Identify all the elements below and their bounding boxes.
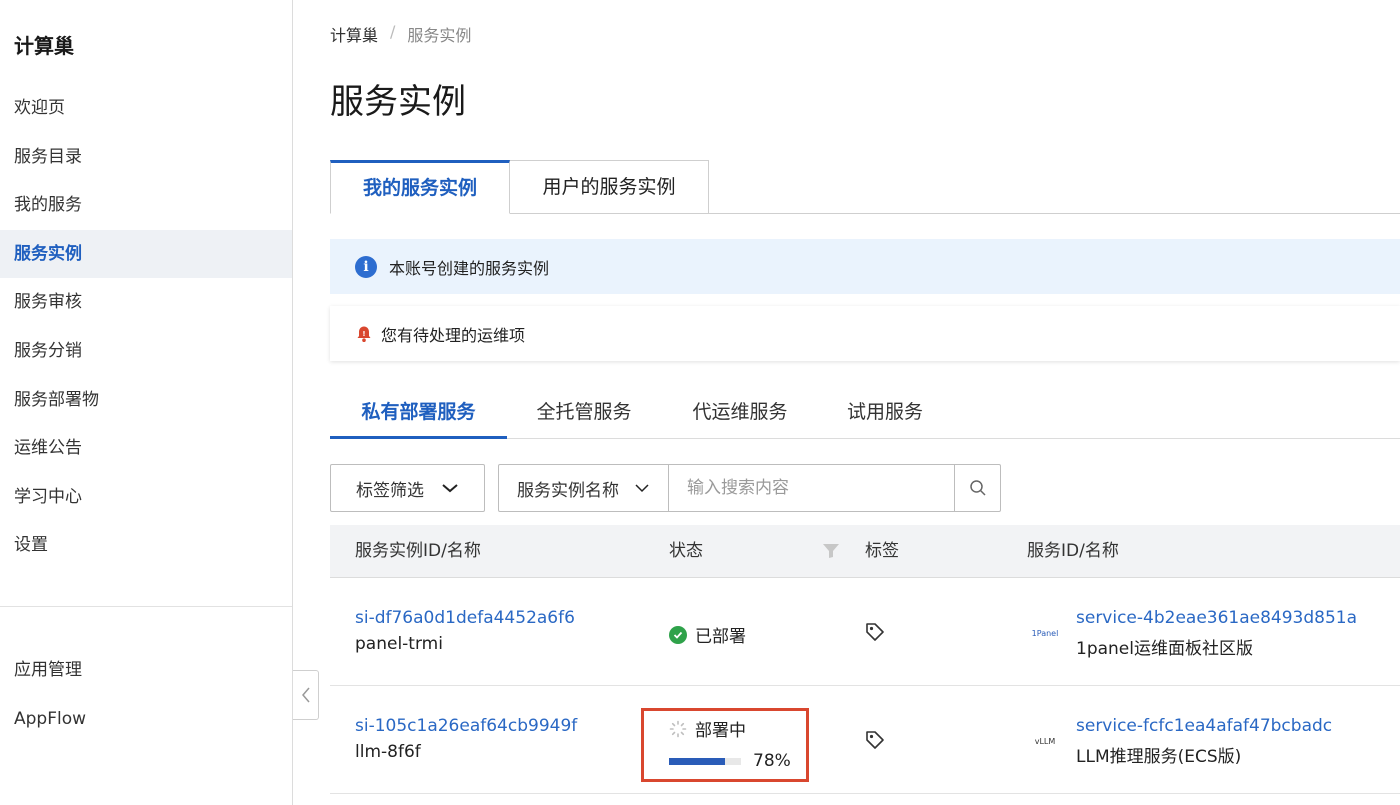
search-field-label: 服务实例名称 [517,480,619,501]
filter-toolbar: 标签筛选 服务实例名称 [330,464,1010,512]
tab-managed-ops[interactable]: 代运维服务 [678,385,802,439]
service-logo-vllm: vLLM [1034,736,1056,746]
search-field-dropdown[interactable]: 服务实例名称 [499,465,669,511]
tab-fully-managed[interactable]: 全托管服务 [522,385,646,439]
status-cell: 已部署 [669,622,746,647]
bell-alert-icon: ! [357,326,371,342]
status-text: 部署中 [695,721,746,741]
tab-private-deployment[interactable]: 私有部署服务 [330,385,507,439]
column-header-tags: 标签 [865,541,899,561]
pending-ops-banner[interactable]: ! 您有待处理的运维项 [330,306,1400,361]
tab-user-instances[interactable]: 用户的服务实例 [509,160,709,214]
loading-spinner-icon [669,720,687,737]
sidebar-title: 计算巢 [14,34,74,58]
sidebar-item-appflow[interactable]: AppFlow [0,695,292,744]
sidebar-item-service-distribution[interactable]: 服务分销 [0,327,292,376]
status-text: 已部署 [695,627,746,647]
progress-percent: 78% [753,751,791,771]
chevron-left-icon [301,687,310,703]
sidebar-item-welcome[interactable]: 欢迎页 [0,84,292,133]
sidebar-item-app-management[interactable]: 应用管理 [0,646,292,695]
instance-name: llm-8f6f [355,742,421,762]
breadcrumb-separator: / [390,22,396,41]
search-input[interactable] [669,465,954,511]
status-badge: 已部署 [669,622,746,647]
search-icon [969,480,986,496]
sidebar-collapse-button[interactable] [293,670,319,720]
instance-id-link[interactable]: si-105c1a26eaf64cb9949f [355,716,577,736]
tag-icon[interactable] [865,730,885,750]
column-header-instance: 服务实例ID/名称 [355,541,481,561]
instance-id-link[interactable]: si-df76a0d1defa4452a6f6 [355,608,575,628]
info-banner: i 本账号创建的服务实例 [330,239,1400,294]
search-group: 服务实例名称 [498,464,1001,512]
breadcrumb-current: 服务实例 [407,26,472,45]
info-banner-text: 本账号创建的服务实例 [389,258,550,278]
status-badge: 部署中 [669,716,791,741]
progress-track [669,757,741,765]
sidebar-item-learning-center[interactable]: 学习中心 [0,473,292,522]
sidebar-divider [0,606,292,607]
service-id-link[interactable]: service-fcfc1ea4afaf47bcbadc [1076,716,1400,736]
chevron-down-icon [635,484,649,493]
app-root: 计算巢 欢迎页 服务目录 我的服务 服务实例 服务审核 服务分销 服务部署物 运… [0,0,1400,805]
sidebar-item-service-instances[interactable]: 服务实例 [0,229,292,279]
service-cell: vLLM service-fcfc1ea4afaf47bcbadc LLM推理服… [1027,716,1400,767]
service-logo-1panel: 1Panel [1031,628,1059,638]
instance-cell: si-df76a0d1defa4452a6f6 panel-trmi [355,608,575,654]
filter-icon[interactable] [822,543,840,559]
sidebar: 计算巢 欢迎页 服务目录 我的服务 服务实例 服务审核 服务分销 服务部署物 运… [0,0,293,805]
sidebar-item-my-services[interactable]: 我的服务 [0,181,292,230]
tag-filter-label: 标签筛选 [356,480,424,501]
progress-fill [669,757,726,765]
tab-my-instances[interactable]: 我的服务实例 [330,160,510,214]
instances-table: 服务实例ID/名称 状态 标签 服务ID/名称 si-df76a0d1defa4… [330,525,1400,794]
sidebar-item-service-catalog[interactable]: 服务目录 [0,133,292,182]
breadcrumb-root[interactable]: 计算巢 [330,22,378,46]
search-button[interactable] [954,465,1000,511]
table-row: si-df76a0d1defa4452a6f6 panel-trmi 已部署 1… [330,578,1400,686]
check-circle-icon [669,625,687,644]
service-cell: 1Panel service-4b2eae361ae8493d851a 1pan… [1027,608,1400,659]
instance-cell: si-105c1a26eaf64cb9949f llm-8f6f [355,716,577,762]
table-header: 服务实例ID/名称 状态 标签 服务ID/名称 [330,525,1400,578]
sidebar-nav: 欢迎页 服务目录 我的服务 服务实例 服务审核 服务分销 服务部署物 运维公告 … [0,84,292,570]
instance-name: panel-trmi [355,634,443,654]
deploy-progress: 78% [669,751,791,771]
page-title: 服务实例 [330,82,466,122]
chevron-down-icon [442,484,458,493]
instance-owner-tabs: 我的服务实例 用户的服务实例 [330,160,1400,214]
table-row: si-105c1a26eaf64cb9949f llm-8f6f 部署中 78%… [330,686,1400,794]
main-content: 计算巢 / 服务实例 服务实例 我的服务实例 用户的服务实例 i 本账号创建的服… [330,0,1400,805]
sidebar-item-service-review[interactable]: 服务审核 [0,278,292,327]
svg-text:!: ! [362,330,365,338]
status-cell: 部署中 78% [669,716,791,771]
info-icon: i [355,255,377,278]
tab-trial-services[interactable]: 试用服务 [833,385,937,439]
tag-icon[interactable] [865,622,885,642]
breadcrumb: 计算巢 / 服务实例 [330,22,471,46]
sidebar-item-service-artifacts[interactable]: 服务部署物 [0,376,292,425]
service-type-tabs: 私有部署服务 全托管服务 代运维服务 试用服务 [330,385,1400,439]
sidebar-item-ops-announcements[interactable]: 运维公告 [0,424,292,473]
service-id-link[interactable]: service-4b2eae361ae8493d851a [1076,608,1400,628]
column-header-status: 状态 [669,541,703,561]
sidebar-item-settings[interactable]: 设置 [0,521,292,570]
column-header-service: 服务ID/名称 [1027,541,1119,561]
tag-filter-dropdown[interactable]: 标签筛选 [330,464,485,512]
service-name: 1panel运维面板社区版 [1076,639,1253,659]
sidebar-bottom-nav: 应用管理 AppFlow [0,646,292,743]
service-name: LLM推理服务(ECS版) [1076,747,1242,767]
pending-ops-text: 您有待处理的运维项 [381,325,526,345]
